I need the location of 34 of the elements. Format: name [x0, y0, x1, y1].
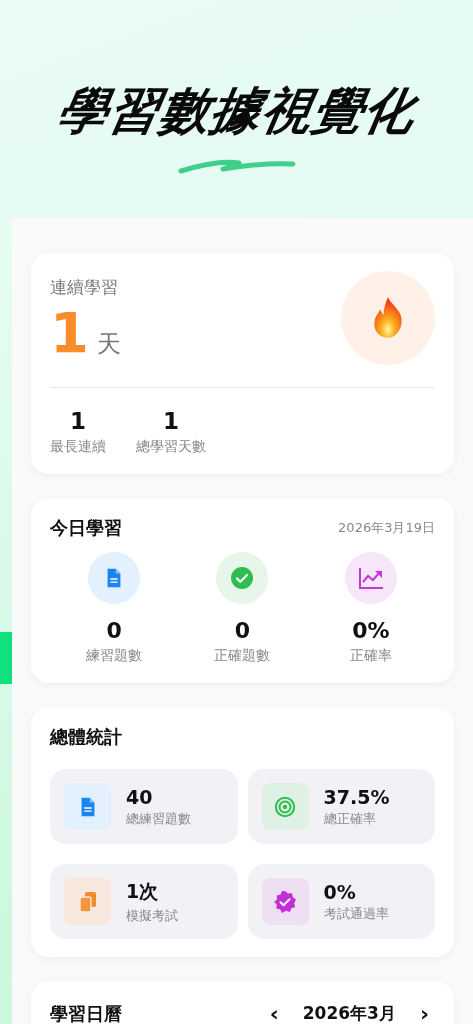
stat-label: 正確率: [349, 647, 392, 665]
card-label: 連續學習: [50, 275, 119, 299]
stat-label: 總練習題數: [126, 809, 191, 828]
stat-value: 1次: [126, 878, 160, 904]
stat-value: 1: [163, 408, 179, 434]
stat-value: 0%: [352, 618, 390, 643]
card-title: 今日學習: [50, 516, 122, 540]
side-marker: [0, 632, 12, 684]
stat-value: 37.5%: [323, 785, 390, 808]
stat-label: 最長連續: [50, 438, 106, 456]
stat-label: 正確題數: [214, 647, 271, 665]
stat-value: 0: [234, 618, 251, 643]
stat-value: 0: [106, 618, 122, 643]
stat-label: 模擬考試: [126, 906, 178, 925]
card-title: 總體統計: [50, 725, 123, 749]
verified-badge-icon: [273, 889, 297, 914]
card-title: 學習日曆: [50, 1001, 122, 1024]
target-icon: [274, 795, 296, 818]
stat-value: 0%: [323, 880, 357, 903]
unit-label: 天: [96, 328, 121, 360]
month-label: 2026年3月: [302, 1002, 396, 1024]
stat-label: 考試通過率: [323, 904, 389, 923]
stat-label: 總學習天數: [136, 438, 206, 456]
next-month-button[interactable]: ›: [413, 1001, 435, 1024]
stat-value: 1: [70, 408, 86, 434]
stat-label: 總正確率: [323, 809, 377, 828]
page-title: 學習數據視覺化: [52, 81, 421, 142]
check-icon: [230, 566, 255, 590]
previous-month-button[interactable]: ‹: [263, 1001, 285, 1024]
stat-value: 40: [126, 785, 154, 808]
streak-count: 1: [50, 304, 89, 361]
date-label: 2026年3月19日: [338, 519, 435, 537]
trend-chart-icon: [357, 566, 384, 590]
stat-label: 練習題數: [86, 647, 143, 665]
